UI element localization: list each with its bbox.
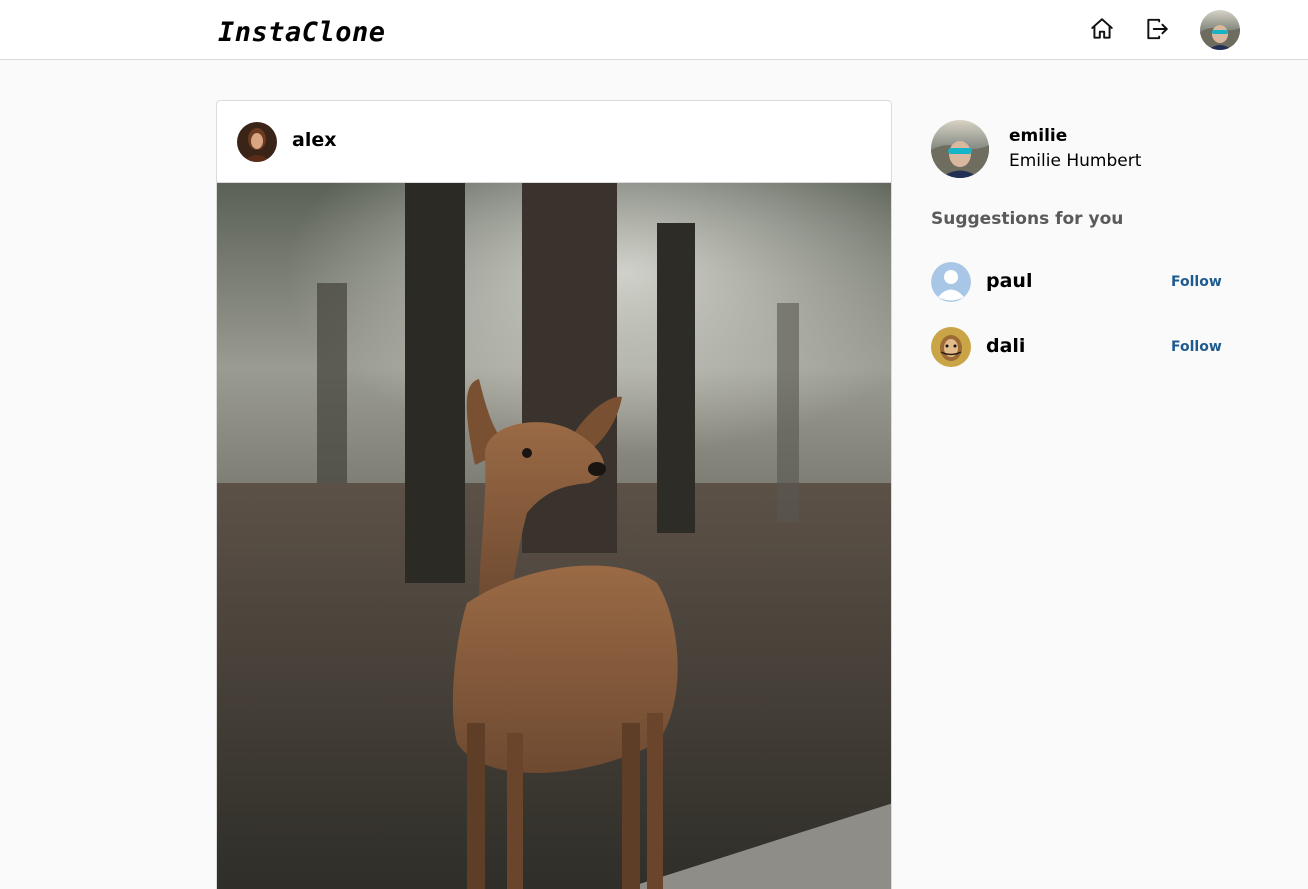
suggestions-heading: Suggestions for you [931, 209, 1124, 229]
post-author-username[interactable]: alex [292, 129, 336, 151]
suggestion-username[interactable]: dali [986, 335, 1025, 357]
profile-username[interactable]: emilie [1009, 126, 1067, 146]
post-author-avatar[interactable] [237, 122, 277, 162]
suggestion-avatar[interactable] [931, 262, 971, 302]
suggestion-username[interactable]: paul [986, 270, 1032, 292]
post-card: alex [216, 100, 892, 889]
app-logo[interactable]: InstaClone [218, 17, 386, 48]
suggestion-item: dali Follow [931, 327, 1231, 367]
follow-button[interactable]: Follow [1171, 339, 1222, 355]
follow-button[interactable]: Follow [1171, 274, 1222, 290]
suggestion-item: paul Follow [931, 262, 1231, 302]
sign-out-icon[interactable] [1144, 16, 1170, 42]
profile-full-name: Emilie Humbert [1009, 151, 1142, 171]
suggestion-avatar[interactable] [931, 327, 971, 367]
current-user-avatar[interactable] [1200, 10, 1240, 50]
home-icon[interactable] [1089, 16, 1115, 42]
top-navigation-bar: InstaClone [0, 0, 1308, 60]
profile-avatar[interactable] [931, 120, 989, 178]
post-header: alex [217, 101, 891, 183]
post-image [217, 183, 891, 889]
